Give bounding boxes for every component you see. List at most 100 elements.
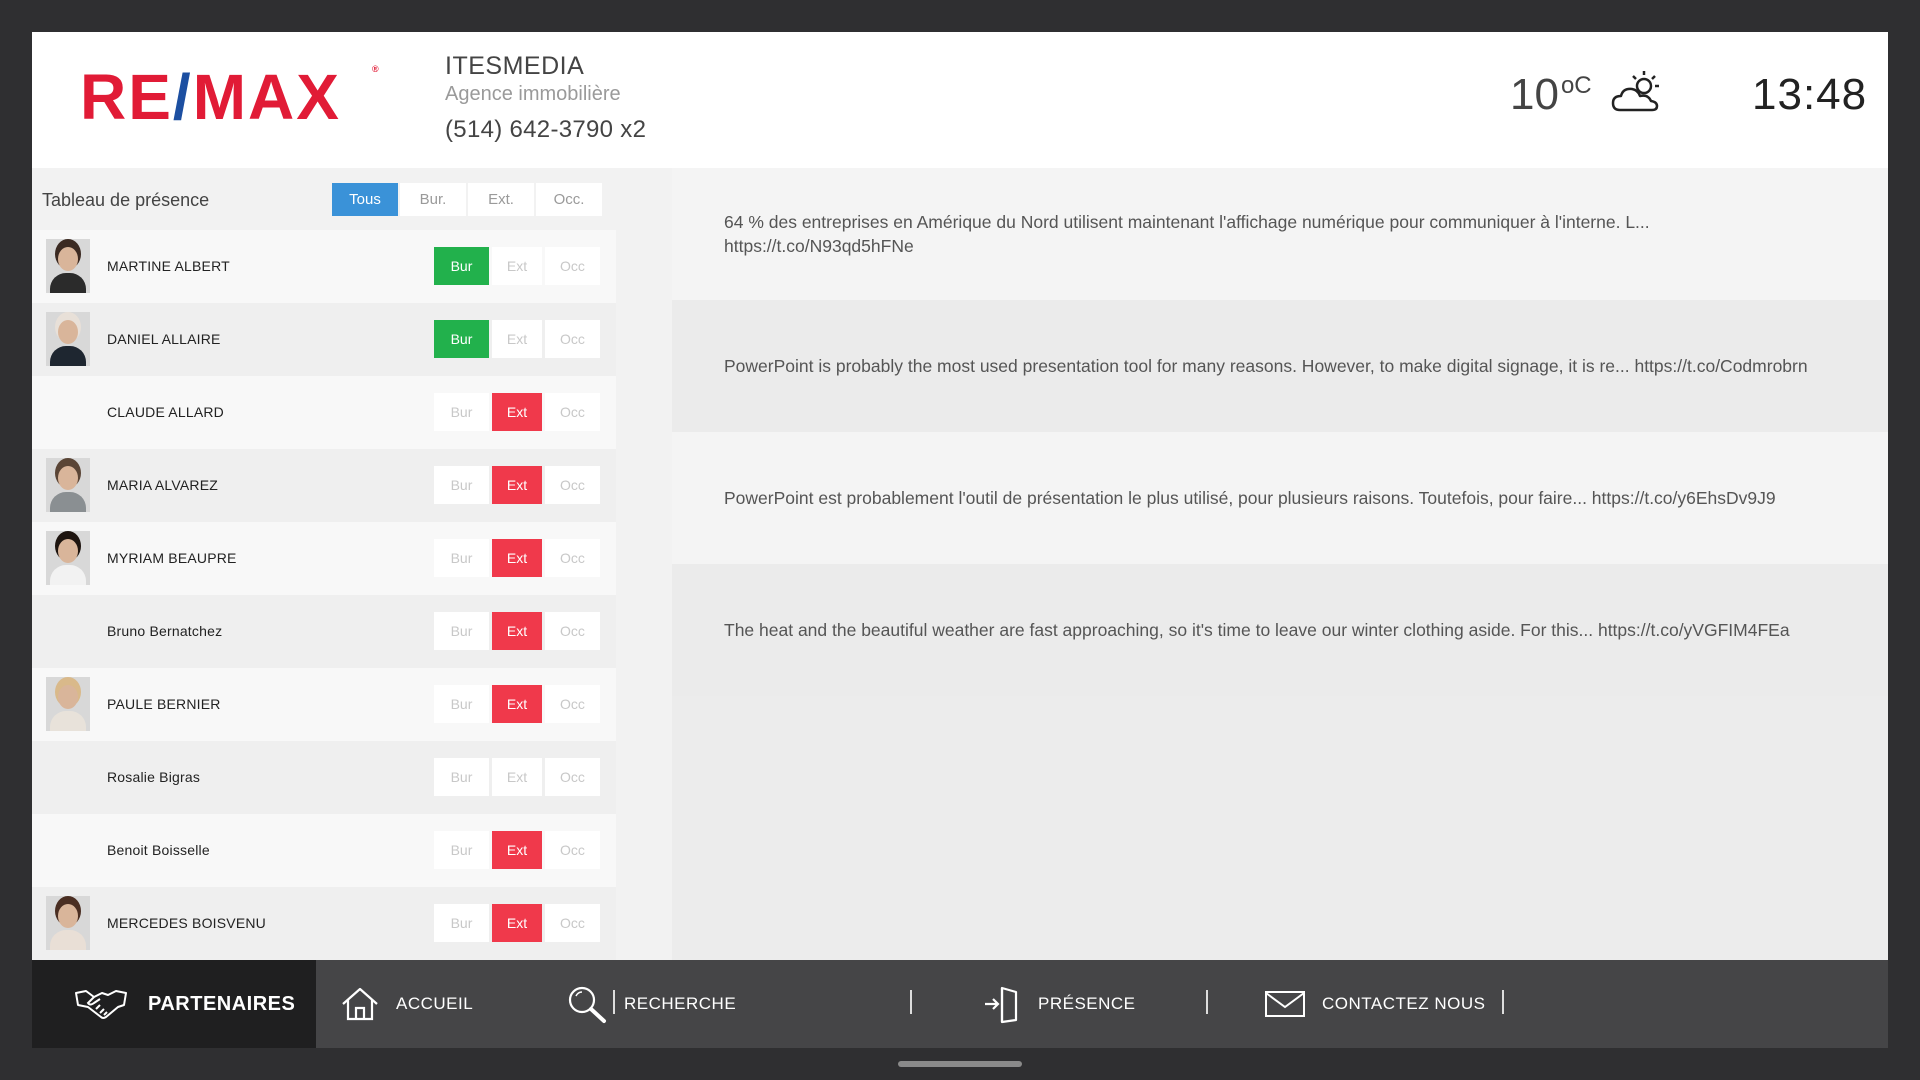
status-button-ext[interactable]: Ext	[492, 758, 542, 796]
status-button-occ[interactable]: Occ	[545, 685, 600, 723]
nav-label-accueil: ACCUEIL	[396, 994, 474, 1013]
status-button-bur[interactable]: Bur	[434, 685, 489, 723]
status-button-ext[interactable]: Ext	[492, 685, 542, 723]
person-name: MERCEDES BOISVENU	[107, 915, 266, 931]
nav-partners-label: PARTENAIRES	[148, 992, 296, 1015]
company-name: ITESMEDIA	[445, 52, 585, 80]
nav-item-accueil[interactable]: ACCUEIL	[340, 960, 473, 1048]
status-toggle-group: Bur Ext Occ	[434, 612, 600, 650]
status-button-bur[interactable]: Bur	[434, 539, 489, 577]
presence-filter-tabs: Tous Bur. Ext. Occ.	[332, 183, 602, 216]
status-button-occ[interactable]: Occ	[545, 247, 600, 285]
status-button-ext[interactable]: Ext	[492, 904, 542, 942]
presence-row: Rosalie Bigras Bur Ext Occ	[32, 741, 616, 814]
presence-row: Benoit Boisselle Bur Ext Occ	[32, 814, 616, 887]
search-icon	[566, 984, 608, 1024]
envelope-icon	[1264, 989, 1306, 1019]
status-button-bur[interactable]: Bur	[434, 320, 489, 358]
partly-cloudy-icon	[1610, 68, 1666, 118]
status-button-occ[interactable]: Occ	[545, 612, 600, 650]
door-enter-icon	[982, 984, 1022, 1024]
status-button-occ[interactable]: Occ	[545, 393, 600, 431]
remax-logo: RE/MAX ®	[80, 61, 379, 133]
nav-item-contact[interactable]: CONTACTEZ NOUS	[1264, 960, 1485, 1048]
status-button-occ[interactable]: Occ	[545, 904, 600, 942]
status-button-ext[interactable]: Ext	[492, 539, 542, 577]
status-button-bur[interactable]: Bur	[434, 831, 489, 869]
status-button-ext[interactable]: Ext	[492, 612, 542, 650]
clock: 13:48	[1752, 70, 1868, 119]
header: RE/MAX ® ITESMEDIA Agence immobilière (5…	[32, 32, 1888, 168]
person-name: Bruno Bernatchez	[107, 623, 223, 639]
avatar	[46, 677, 90, 731]
status-button-occ[interactable]: Occ	[545, 466, 600, 504]
status-button-ext[interactable]: Ext	[492, 466, 542, 504]
presence-row: MERCEDES BOISVENU Bur Ext Occ	[32, 887, 616, 960]
presence-header: Tableau de présence Tous Bur. Ext. Occ.	[32, 168, 636, 230]
logo-text: RE/MAX	[80, 61, 341, 133]
presence-list: MARTINE ALBERT Bur Ext Occ DANIEL ALLAIRE Bur…	[32, 230, 616, 960]
nav-item-presence[interactable]: PRÉSENCE	[982, 960, 1136, 1048]
bottom-nav: PARTENAIRES ACCUEIL RECHERCHE PRÉSENCE C…	[32, 960, 1888, 1048]
status-toggle-group: Bur Ext Occ	[434, 320, 600, 358]
avatar	[46, 458, 90, 512]
status-button-ext[interactable]: Ext	[492, 393, 542, 431]
filter-tab-exterieur[interactable]: Ext.	[468, 183, 534, 216]
avatar	[46, 312, 90, 366]
status-button-bur[interactable]: Bur	[434, 247, 489, 285]
status-toggle-group: Bur Ext Occ	[434, 539, 600, 577]
nav-item-recherche[interactable]: RECHERCHE	[566, 960, 736, 1048]
presence-board: Tableau de présence Tous Bur. Ext. Occ. …	[32, 168, 636, 992]
feed-item[interactable]: PowerPoint est probablement l'outil de p…	[672, 432, 1888, 564]
filter-tab-bureau[interactable]: Bur.	[400, 183, 466, 216]
presence-title: Tableau de présence	[42, 190, 210, 210]
presence-row: MARIA ALVAREZ Bur Ext Occ	[32, 449, 616, 522]
nav-label-presence: PRÉSENCE	[1038, 994, 1136, 1013]
status-button-bur[interactable]: Bur	[434, 612, 489, 650]
person-name: MYRIAM BEAUPRE	[107, 550, 237, 566]
status-toggle-group: Bur Ext Occ	[434, 831, 600, 869]
status-button-ext[interactable]: Ext	[492, 320, 542, 358]
temperature: 10oC	[1510, 70, 1592, 119]
person-name: MARIA ALVAREZ	[107, 477, 219, 493]
status-button-bur[interactable]: Bur	[434, 904, 489, 942]
nav-partners-button[interactable]: PARTENAIRES	[32, 960, 316, 1048]
status-button-occ[interactable]: Occ	[545, 831, 600, 869]
status-button-bur[interactable]: Bur	[434, 466, 489, 504]
filter-tab-occupe[interactable]: Occ.	[536, 183, 602, 216]
status-toggle-group: Bur Ext Occ	[434, 904, 600, 942]
handshake-icon	[74, 987, 128, 1021]
person-name: Benoit Boisselle	[107, 842, 210, 858]
status-button-bur[interactable]: Bur	[434, 393, 489, 431]
status-toggle-group: Bur Ext Occ	[434, 247, 600, 285]
status-button-occ[interactable]: Occ	[545, 758, 600, 796]
device-home-bar	[898, 1061, 1022, 1067]
company-subtitle: Agence immobilière	[445, 83, 621, 105]
avatar	[46, 896, 90, 950]
company-info: ITESMEDIA Agence immobilière (514) 642-3…	[445, 52, 646, 144]
status-button-bur[interactable]: Bur	[434, 758, 489, 796]
presence-row: MYRIAM BEAUPRE Bur Ext Occ	[32, 522, 616, 595]
person-name: MARTINE ALBERT	[107, 258, 230, 274]
status-button-occ[interactable]: Occ	[545, 320, 600, 358]
avatar	[46, 531, 90, 585]
presence-row: Bruno Bernatchez Bur Ext Occ	[32, 595, 616, 668]
status-button-occ[interactable]: Occ	[545, 539, 600, 577]
status-toggle-group: Bur Ext Occ	[434, 758, 600, 796]
person-name: CLAUDE ALLARD	[107, 404, 224, 420]
filter-tab-tous[interactable]: Tous	[332, 183, 398, 216]
news-feed: 64 % des entreprises en Amérique du Nord…	[672, 168, 1888, 992]
nav-label-recherche: RECHERCHE	[624, 994, 737, 1013]
avatar	[46, 239, 90, 293]
home-icon	[340, 986, 380, 1022]
feed-item[interactable]: PowerPoint is probably the most used pre…	[672, 300, 1888, 432]
feed-item[interactable]: 64 % des entreprises en Amérique du Nord…	[672, 168, 1888, 300]
person-name: Rosalie Bigras	[107, 769, 201, 785]
status-toggle-group: Bur Ext Occ	[434, 393, 600, 431]
nav-label-contact: CONTACTEZ NOUS	[1322, 994, 1486, 1013]
presence-row: CLAUDE ALLARD Bur Ext Occ	[32, 376, 616, 449]
status-button-ext[interactable]: Ext	[492, 831, 542, 869]
kiosk-screen: RE/MAX ® ITESMEDIA Agence immobilière (5…	[32, 32, 1888, 1048]
status-button-ext[interactable]: Ext	[492, 247, 542, 285]
feed-item[interactable]: The heat and the beautiful weather are f…	[672, 564, 1888, 696]
